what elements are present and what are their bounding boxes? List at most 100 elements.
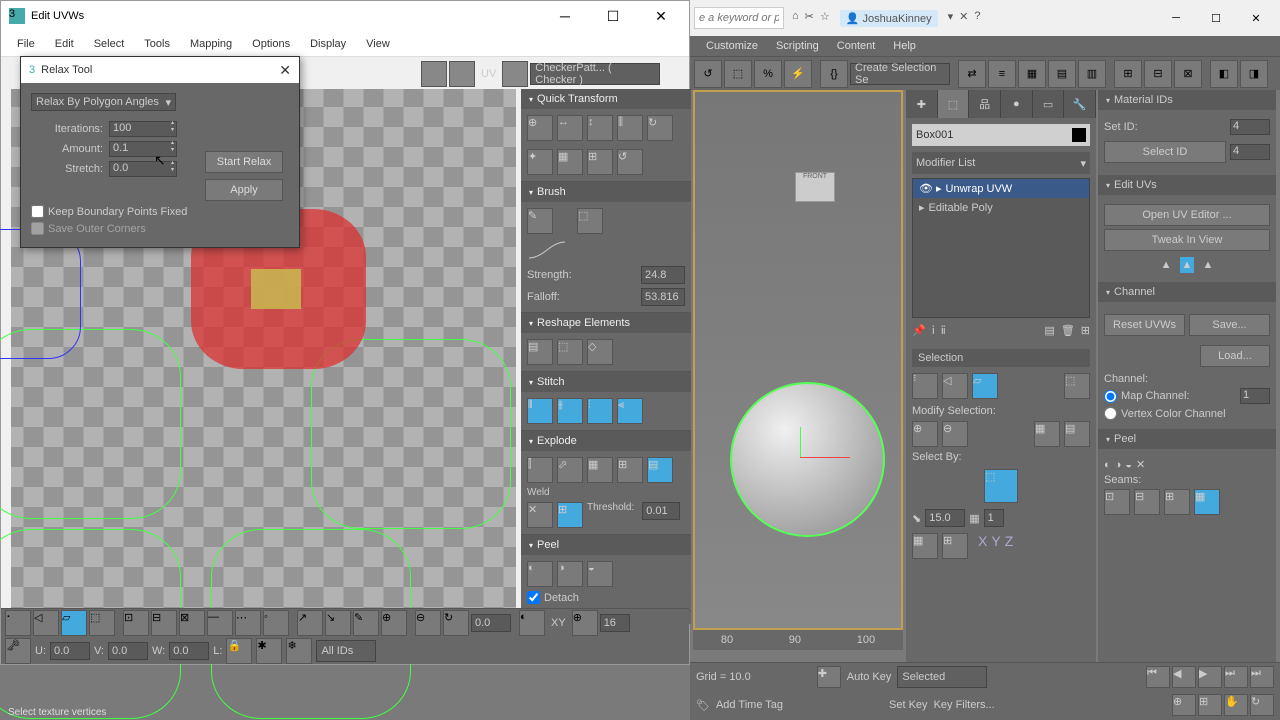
- nav-1-icon[interactable]: ⊕: [1172, 694, 1196, 716]
- tool-14[interactable]: ◧: [1210, 60, 1238, 88]
- uv-face-selected[interactable]: [251, 269, 301, 309]
- seam-1-icon[interactable]: ⊡: [1104, 489, 1130, 515]
- stitch-2-icon[interactable]: ⫵: [557, 398, 583, 424]
- material-ids-header[interactable]: Material IDs: [1098, 90, 1276, 110]
- peel-3-icon[interactable]: ◒: [1125, 459, 1132, 471]
- uv-shell-3[interactable]: [311, 339, 511, 529]
- stitch-4-icon[interactable]: ⫷: [617, 398, 643, 424]
- lock-icon[interactable]: ⅱ: [941, 324, 946, 337]
- peel-section-header[interactable]: Peel: [521, 535, 691, 555]
- qt-1-icon[interactable]: ↔: [557, 115, 583, 141]
- shrink-icon[interactable]: ⊖: [942, 421, 968, 447]
- open-uv-editor-button[interactable]: Open UV Editor ...: [1104, 204, 1270, 226]
- checker-2-icon[interactable]: [449, 61, 475, 87]
- brush-paint-icon[interactable]: ✎: [527, 208, 553, 234]
- 3d-viewport[interactable]: FRONT: [693, 90, 903, 630]
- bt-8[interactable]: ↘: [325, 610, 351, 636]
- icon-a[interactable]: ⌂: [792, 10, 799, 27]
- key-mode-dropdown[interactable]: Selected: [897, 666, 987, 688]
- tab-motion[interactable]: ●: [1001, 90, 1033, 118]
- lock2-icon[interactable]: 🔒: [226, 638, 252, 664]
- quick-map-1-icon[interactable]: ▲: [1161, 259, 1172, 271]
- close-button[interactable]: ✕: [1236, 3, 1276, 33]
- sub-edge-icon[interactable]: ◁: [33, 610, 59, 636]
- qt-3-icon[interactable]: ⫼: [617, 115, 643, 141]
- maximize-button[interactable]: ☐: [1196, 3, 1236, 33]
- axis-z[interactable]: Z: [1005, 533, 1014, 559]
- exp-1-icon[interactable]: ⫿: [527, 457, 553, 483]
- bt-7[interactable]: ↗: [297, 610, 323, 636]
- bt-9[interactable]: ✎: [353, 610, 379, 636]
- reset-uvws-button[interactable]: Reset UVWs: [1104, 314, 1185, 336]
- peel-a-icon[interactable]: ◐: [527, 561, 553, 587]
- sel-edge-icon[interactable]: ◁: [942, 373, 968, 399]
- reshape-1-icon[interactable]: ▤: [527, 339, 553, 365]
- tab-create[interactable]: ✚: [906, 90, 938, 118]
- prev-frame-icon[interactable]: ◀: [1172, 666, 1196, 688]
- uvw-menu-file[interactable]: File: [9, 35, 43, 53]
- nav-3-icon[interactable]: ✋: [1224, 694, 1248, 716]
- seam-3-icon[interactable]: ⊞: [1164, 489, 1190, 515]
- uvw-menu-view[interactable]: View: [358, 35, 398, 53]
- search-input[interactable]: [694, 7, 784, 29]
- map-channel-spinner[interactable]: 1: [1240, 388, 1270, 404]
- all-ids-dropdown[interactable]: All IDs: [316, 640, 376, 662]
- exp-5-icon[interactable]: ▤: [647, 457, 673, 483]
- step-spinner[interactable]: 16: [600, 614, 630, 632]
- auto-key-button[interactable]: Auto Key: [847, 671, 892, 683]
- seam-2-icon[interactable]: ⊟: [1134, 489, 1160, 515]
- stack-unwrap[interactable]: 👁 ▸ Unwrap UVW: [913, 179, 1089, 198]
- config-icon[interactable]: ▤: [1044, 324, 1054, 337]
- loop-icon[interactable]: ▤: [1064, 421, 1090, 447]
- exp-4-icon[interactable]: ⊞: [617, 457, 643, 483]
- snap2-icon[interactable]: ❄: [286, 638, 312, 664]
- quick-transform-header[interactable]: Quick Transform: [521, 89, 691, 109]
- reshape-header[interactable]: Reshape Elements: [521, 313, 691, 333]
- uvw-menu-select[interactable]: Select: [86, 35, 133, 53]
- relax-method-dropdown[interactable]: Relax By Polygon Angles▾: [31, 93, 176, 111]
- planar-icon[interactable]: ▦: [969, 512, 979, 525]
- sub-elem-icon[interactable]: ⬚: [89, 610, 115, 636]
- weld-1-icon[interactable]: ✕: [527, 502, 553, 528]
- save-button[interactable]: Save...: [1189, 314, 1270, 336]
- edit-uvs-header[interactable]: Edit UVs: [1098, 175, 1276, 195]
- axis-x[interactable]: X: [978, 533, 987, 559]
- reshape-2-icon[interactable]: ⬚: [557, 339, 583, 365]
- bt-6[interactable]: ◦: [263, 610, 289, 636]
- tool-2[interactable]: ⬚: [724, 60, 752, 88]
- detach-checkbox[interactable]: [527, 591, 540, 604]
- peel-2-icon[interactable]: ◑: [1115, 459, 1122, 471]
- channel-header[interactable]: Channel: [1098, 282, 1276, 302]
- tool-1[interactable]: ↺: [694, 60, 722, 88]
- rotation-spinner[interactable]: 0.0: [471, 614, 511, 632]
- checker-3-icon[interactable]: [502, 61, 528, 87]
- qt-2-icon[interactable]: ↕: [587, 115, 613, 141]
- qt-5-icon[interactable]: ✦: [527, 149, 553, 175]
- play-icon[interactable]: ▶: [1198, 666, 1222, 688]
- add-key-button[interactable]: ✚: [817, 666, 841, 688]
- exp-3-icon[interactable]: ▦: [587, 457, 613, 483]
- selection-header[interactable]: Selection: [912, 349, 1090, 367]
- angle-icon[interactable]: ⬊: [912, 512, 921, 525]
- gizmo-y[interactable]: [800, 427, 801, 457]
- stitch-1-icon[interactable]: ⫴: [527, 398, 553, 424]
- uvw-menu-mapping[interactable]: Mapping: [182, 35, 240, 53]
- tweak-button[interactable]: Tweak In View: [1104, 229, 1270, 251]
- brush-relax-icon[interactable]: ⬚: [577, 208, 603, 234]
- axis-y[interactable]: Y: [991, 533, 1000, 559]
- map-channel-radio[interactable]: [1104, 390, 1117, 403]
- explode-header[interactable]: Explode: [521, 431, 691, 451]
- tab-util[interactable]: 🔧: [1064, 90, 1096, 118]
- uvw-menu-display[interactable]: Display: [302, 35, 354, 53]
- sel-by-elem-icon[interactable]: ⬚: [1064, 373, 1090, 399]
- bt-14[interactable]: ⊕: [572, 610, 598, 636]
- goto-end-icon[interactable]: ⏭: [1250, 666, 1274, 688]
- peel-4-icon[interactable]: ✕: [1136, 458, 1145, 471]
- icon-b[interactable]: ✂: [805, 10, 814, 27]
- star-icon[interactable]: ☆: [820, 10, 830, 27]
- threshold-spinner[interactable]: 0.01: [642, 502, 680, 520]
- viewcube[interactable]: FRONT: [795, 172, 835, 202]
- sub-vert-icon[interactable]: ⠂: [5, 610, 31, 636]
- minimize-button[interactable]: ─: [1156, 3, 1196, 33]
- stack-editable-poly[interactable]: ▸ Editable Poly: [913, 198, 1089, 217]
